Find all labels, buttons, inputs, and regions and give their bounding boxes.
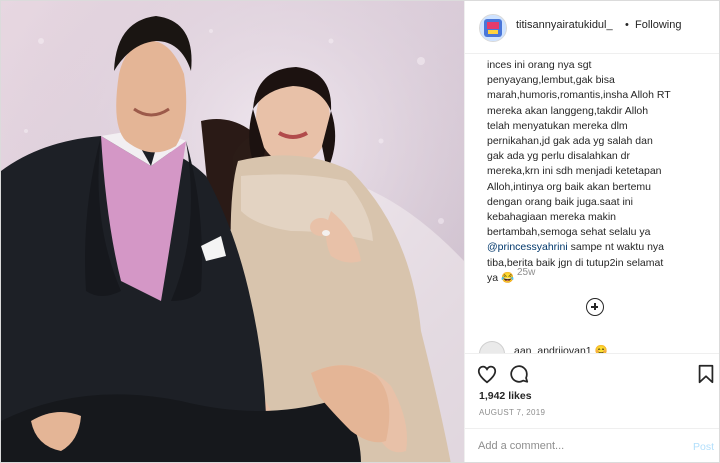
comment-text: inces ini orang nya sgt penyayang,lembut…	[487, 58, 719, 286]
comment-text-part1: inces ini orang nya sgt penyayang,lembut…	[487, 59, 671, 239]
bookmark-icon[interactable]	[695, 363, 717, 385]
avatar-image	[480, 15, 506, 41]
next-comment-avatar[interactable]	[479, 341, 505, 353]
user-avatar[interactable]	[479, 14, 507, 42]
add-comment-bar: Post	[465, 428, 719, 462]
header-separator: •	[625, 19, 629, 31]
next-comment-username[interactable]: aan_andrijovan1 😊	[514, 344, 608, 353]
post-date: AUGUST 7, 2019	[479, 408, 546, 417]
next-comment-row: aan_andrijovan1 😊	[479, 341, 719, 353]
post-photo	[1, 1, 464, 462]
post-header: titisannyairatukidul_ • Following	[465, 1, 719, 54]
add-comment-input[interactable]	[478, 440, 668, 452]
post-side-panel: titisannyairatukidul_ • Following inces …	[464, 1, 719, 462]
mention-link[interactable]: @princessyahrini	[487, 241, 568, 253]
comment-icon[interactable]	[508, 363, 530, 385]
likes-count[interactable]: 1,942 likes	[479, 390, 532, 402]
post-comment-button[interactable]: Post	[693, 441, 714, 453]
following-button[interactable]: Following	[635, 19, 681, 31]
post-username[interactable]: titisannyairatukidul_	[516, 19, 613, 31]
heart-icon[interactable]	[476, 363, 498, 385]
comment-timestamp: 25w	[517, 267, 536, 278]
post-actions-bar	[465, 353, 719, 414]
post-photo-illustration	[1, 1, 464, 462]
plus-circle-icon[interactable]	[586, 298, 604, 316]
instagram-post-frame: titisannyairatukidul_ • Following inces …	[0, 0, 720, 463]
